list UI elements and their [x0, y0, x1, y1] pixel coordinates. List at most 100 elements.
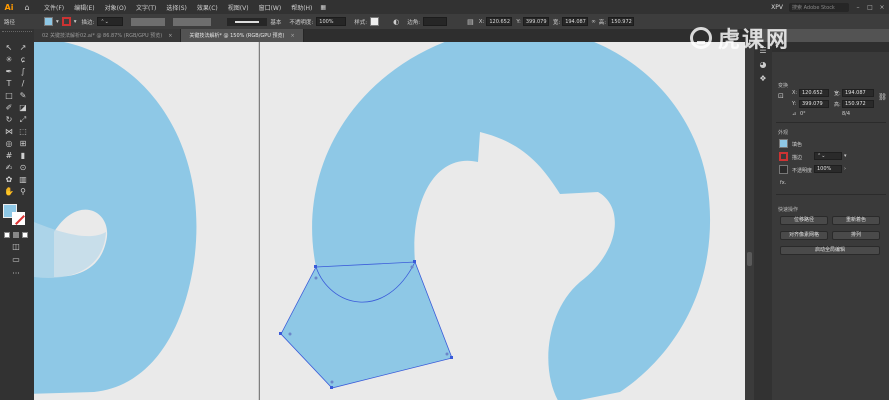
menu-object[interactable]: 对象(O)	[105, 3, 126, 12]
workspace-switcher-icon[interactable]: ▦	[320, 4, 326, 11]
hand-tool-icon[interactable]: ✋	[4, 187, 14, 197]
canvas-document-1[interactable]	[34, 42, 258, 400]
stroke-swatch[interactable]	[61, 17, 71, 26]
rectangle-tool-icon[interactable]: □	[4, 91, 14, 101]
rotate-tool-icon[interactable]: ↻	[4, 115, 14, 125]
eraser-tool-icon[interactable]: ◪	[18, 103, 28, 113]
tab-document-1[interactable]: 02 关键技法解析02.ai* @ 86.87% (RGB/GPU 预览) ×	[34, 29, 182, 42]
recolor-icon[interactable]: ◐	[393, 18, 399, 26]
link-icon[interactable]: ∞	[591, 19, 596, 25]
menu-type[interactable]: 文字(T)	[136, 3, 156, 12]
variable-width-profile[interactable]	[131, 17, 166, 26]
x-field[interactable]: 120.652	[799, 89, 829, 97]
mesh-tool-icon[interactable]: #	[4, 151, 14, 161]
stock-search-input[interactable]: 搜索 Adobe Stock	[789, 2, 849, 12]
brush-definition[interactable]	[173, 17, 212, 26]
x-field[interactable]: 120.652	[486, 17, 513, 26]
fill-swatch[interactable]	[779, 139, 788, 148]
angle-value[interactable]: 0°	[800, 111, 806, 117]
fx-button[interactable]: fx.	[780, 180, 786, 186]
w-field[interactable]: 194.087	[562, 17, 589, 26]
free-transform-tool-icon[interactable]: ⬚	[18, 127, 28, 137]
pen-tool-icon[interactable]: ✒	[4, 67, 14, 77]
opacity-field[interactable]: 100%	[316, 17, 347, 26]
h-field[interactable]: 150.972	[842, 100, 874, 108]
panel-grip[interactable]	[2, 31, 32, 34]
chevron-right-icon[interactable]: ›	[844, 166, 846, 172]
stroke-style-dropdown[interactable]	[227, 17, 268, 26]
zoom-tool-icon[interactable]: ⚲	[18, 187, 28, 197]
tab-document-2[interactable]: 关键技法解析* @ 150% (RGB/GPU 预览) ×	[181, 29, 304, 42]
offset-path-button[interactable]: 位移路径	[780, 216, 828, 225]
chevron-down-icon[interactable]: ▾	[844, 153, 847, 159]
w-field[interactable]: 194.087	[842, 89, 874, 97]
close-icon[interactable]: ×	[168, 33, 172, 39]
menu-view[interactable]: 视图(V)	[228, 3, 249, 12]
maximize-icon[interactable]: □	[865, 4, 875, 11]
menu-help[interactable]: 帮助(H)	[291, 3, 312, 12]
selected-polygon[interactable]	[280, 261, 453, 389]
drawing-mode-icon[interactable]: ◫	[11, 242, 21, 252]
shape-builder-tool-icon[interactable]: ◎	[4, 139, 14, 149]
menu-effect[interactable]: 效果(C)	[197, 3, 218, 12]
align-icon[interactable]: ▤	[467, 18, 474, 26]
perspective-grid-tool-icon[interactable]: ⊞	[18, 139, 28, 149]
paintbrush-tool-icon[interactable]: ✎	[18, 91, 28, 101]
opacity-field[interactable]: 100%	[814, 165, 842, 173]
graph-tool-icon[interactable]: ▥	[18, 175, 28, 185]
opacity-swatch[interactable]	[779, 165, 788, 174]
home-icon[interactable]: ⌂	[20, 0, 34, 14]
menu-edit[interactable]: 编辑(E)	[74, 3, 94, 12]
stroke-weight-field[interactable]: ⌃⌄	[814, 152, 842, 160]
none-mode-icon[interactable]	[22, 232, 28, 238]
scroll-thumb[interactable]	[747, 252, 752, 266]
chevron-down-icon[interactable]: ▾	[56, 19, 59, 25]
selection-tool-icon[interactable]: ↖	[4, 43, 14, 53]
arrange-button[interactable]: 排列	[832, 231, 880, 240]
y-field[interactable]: 399.079	[522, 17, 549, 26]
canvas-document-2[interactable]	[260, 42, 745, 400]
constrain-icon[interactable]: ⛓	[878, 93, 887, 101]
vertical-scrollbar[interactable]	[745, 42, 754, 400]
eyedropper-tool-icon[interactable]: ✍	[4, 163, 14, 173]
menu-window[interactable]: 窗口(W)	[259, 3, 282, 12]
gradient-tool-icon[interactable]: ▮	[18, 151, 28, 161]
line-tool-icon[interactable]: /	[18, 79, 28, 89]
align-pixel-grid-button[interactable]: 对齐像素网格	[780, 231, 828, 240]
stroke-weight-field[interactable]: ⌃⌄	[97, 17, 124, 26]
direct-selection-tool-icon[interactable]: ↗	[18, 43, 28, 53]
width-tool-icon[interactable]: ⋈	[4, 127, 14, 137]
workspace-label[interactable]: XPV	[771, 4, 783, 11]
symbol-sprayer-tool-icon[interactable]: ✿	[4, 175, 14, 185]
graphic-style-swatch[interactable]	[370, 17, 380, 26]
menu-select[interactable]: 选择(S)	[166, 3, 187, 12]
close-icon[interactable]: ×	[290, 33, 294, 39]
chevron-down-icon[interactable]: ▾	[74, 19, 77, 25]
blend-tool-icon[interactable]: ⊙	[18, 163, 28, 173]
gradient-mode-icon[interactable]	[13, 232, 19, 238]
menu-file[interactable]: 文件(F)	[44, 3, 64, 12]
h-label: 高:	[598, 19, 607, 26]
shaper-tool-icon[interactable]: ✐	[4, 103, 14, 113]
stroke-swatch[interactable]	[779, 152, 788, 161]
scale-tool-icon[interactable]: ⤢	[18, 115, 28, 125]
screen-mode-icon[interactable]: ▭	[11, 255, 21, 265]
h-field[interactable]: 150.972	[608, 17, 635, 26]
fill-swatch[interactable]	[44, 17, 53, 26]
swatches-icon[interactable]: ◕	[758, 60, 768, 70]
curvature-tool-icon[interactable]: ∫	[18, 67, 28, 77]
color-mode-icon[interactable]	[4, 232, 10, 238]
magic-wand-tool-icon[interactable]: ✳	[4, 55, 14, 65]
libraries-icon[interactable]: ❖	[758, 74, 768, 84]
stroke-color-box[interactable]	[12, 212, 25, 225]
minimize-icon[interactable]: –	[853, 4, 863, 11]
type-tool-icon[interactable]: T	[4, 79, 14, 89]
recolor-button[interactable]: 重新着色	[832, 216, 880, 225]
y-field[interactable]: 399.079	[799, 100, 829, 108]
corner-field[interactable]	[423, 17, 448, 26]
reference-point-icon[interactable]: ⊡	[778, 92, 784, 100]
close-icon[interactable]: ×	[877, 4, 887, 11]
lasso-tool-icon[interactable]: ɕ	[18, 55, 28, 65]
more-tools-icon[interactable]: ···	[11, 269, 21, 279]
global-edit-button[interactable]: 启动全局编辑	[780, 246, 880, 255]
